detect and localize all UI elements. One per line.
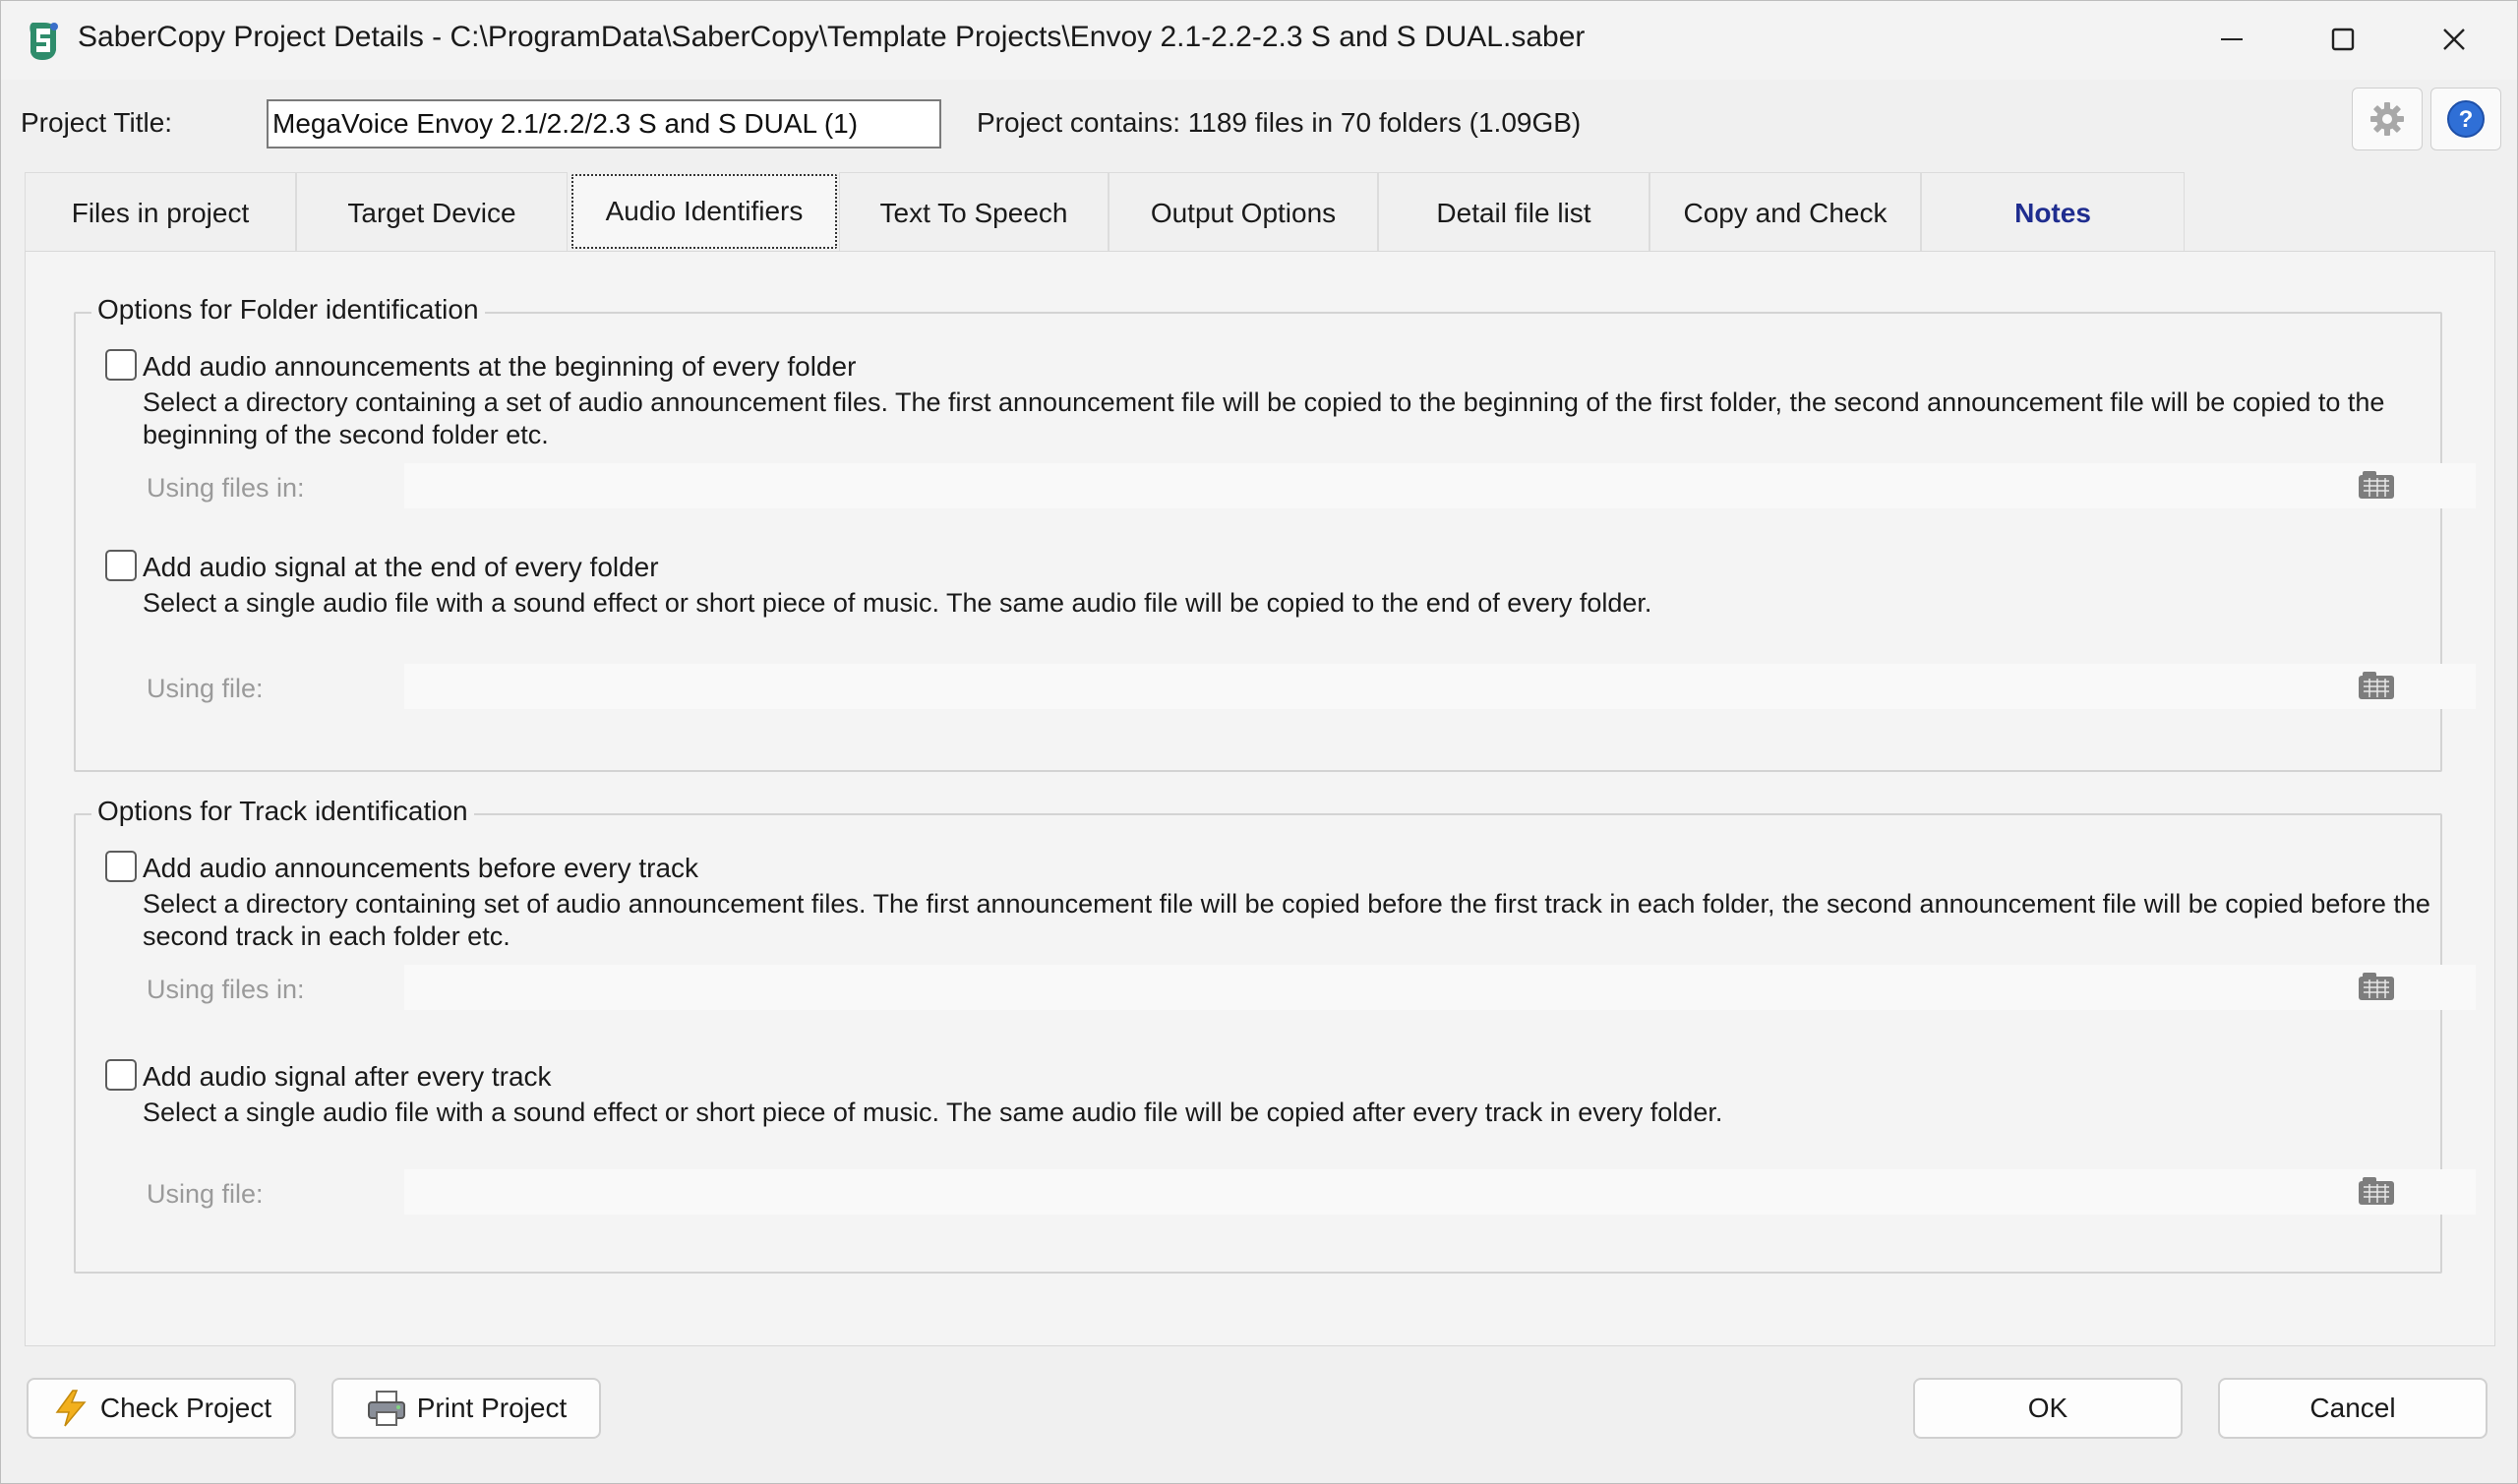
help-icon: ? [2447,100,2485,138]
track-signal-description: Select a single audio file with a sound … [143,1098,1723,1127]
help-button[interactable]: ? [2430,88,2501,150]
tab-output-options[interactable]: Output Options [1109,172,1378,253]
cancel-button[interactable]: Cancel [2218,1378,2488,1439]
project-title-label: Project Title: [21,107,173,138]
track-signal-using-label: Using file: [147,1179,264,1209]
browse-file-icon[interactable] [2356,1173,2397,1209]
track-announce-checkbox[interactable] [105,851,137,882]
folder-announce-title: Add audio announcements at the beginning… [143,351,857,382]
minimize-icon [2221,38,2243,40]
sabercopy-app-icon [30,23,58,60]
track-identification-group: Options for Track identification Add aud… [74,796,2476,1274]
settings-button[interactable] [2352,88,2423,150]
browse-file-icon[interactable] [2356,668,2397,703]
folder-identification-group: Options for Folder identification Add au… [74,294,2476,772]
folder-announce-using-label: Using files in: [147,473,305,503]
track-signal-title: Add audio signal after every track [143,1061,552,1092]
minimize-button[interactable] [2177,1,2287,78]
window-title: SaberCopy Project Details - C:\ProgramDa… [78,21,1586,53]
track-signal-checkbox[interactable] [105,1059,137,1091]
ok-button[interactable]: OK [1913,1378,2183,1439]
svg-text:?: ? [2459,106,2474,133]
tab-notes[interactable]: Notes [1921,172,2185,253]
tab-target-device[interactable]: Target Device [296,172,568,253]
close-button[interactable] [2399,1,2509,78]
project-contains-summary: Project contains: 1189 files in 70 folde… [977,107,1582,138]
track-announce-path-field[interactable] [404,965,2476,1010]
folder-group-legend: Options for Folder identification [91,294,485,326]
check-project-button[interactable]: Check Project [27,1378,296,1439]
maximize-button[interactable] [2288,1,2398,78]
browse-folder-icon[interactable] [2356,969,2397,1004]
ok-label: OK [2027,1393,2068,1423]
project-title-input[interactable] [267,99,941,148]
gear-icon [2370,102,2404,136]
tab-text-to-speech[interactable]: Text To Speech [839,172,1109,253]
check-project-label: Check Project [99,1393,272,1423]
tab-files-in-project[interactable]: Files in project [25,172,296,253]
project-details-window: SaberCopy Project Details - C:\ProgramDa… [0,0,2518,1484]
browse-folder-icon[interactable] [2356,467,2397,503]
folder-announce-path-field[interactable] [404,463,2476,508]
print-project-label: Print Project [416,1393,568,1423]
maximize-icon [2331,28,2355,51]
lightning-icon [55,1390,87,1427]
track-signal-path-field[interactable] [404,1169,2476,1215]
tab-audio-identifiers[interactable]: Audio Identifiers [571,174,837,249]
tab-copy-and-check[interactable]: Copy and Check [1649,172,1921,253]
track-announce-using-label: Using files in: [147,975,305,1004]
printer-icon [367,1391,405,1426]
tab-detail-file-list[interactable]: Detail file list [1378,172,1649,253]
folder-signal-description: Select a single audio file with a sound … [143,588,1652,618]
cancel-label: Cancel [2309,1393,2396,1423]
folder-signal-checkbox[interactable] [105,550,137,581]
folder-signal-using-label: Using file: [147,674,264,703]
title-bar: SaberCopy Project Details - C:\ProgramDa… [1,1,2517,80]
track-group-legend: Options for Track identification [91,796,474,827]
track-announce-title: Add audio announcements before every tra… [143,853,699,883]
close-icon [2443,29,2465,50]
folder-announce-checkbox[interactable] [105,349,137,381]
print-project-button[interactable]: Print Project [331,1378,601,1439]
folder-signal-path-field[interactable] [404,664,2476,709]
folder-signal-title: Add audio signal at the end of every fol… [143,552,659,582]
folder-announce-description: Select a directory containing a set of a… [143,387,2385,449]
track-announce-description: Select a directory containing set of aud… [143,889,2430,951]
